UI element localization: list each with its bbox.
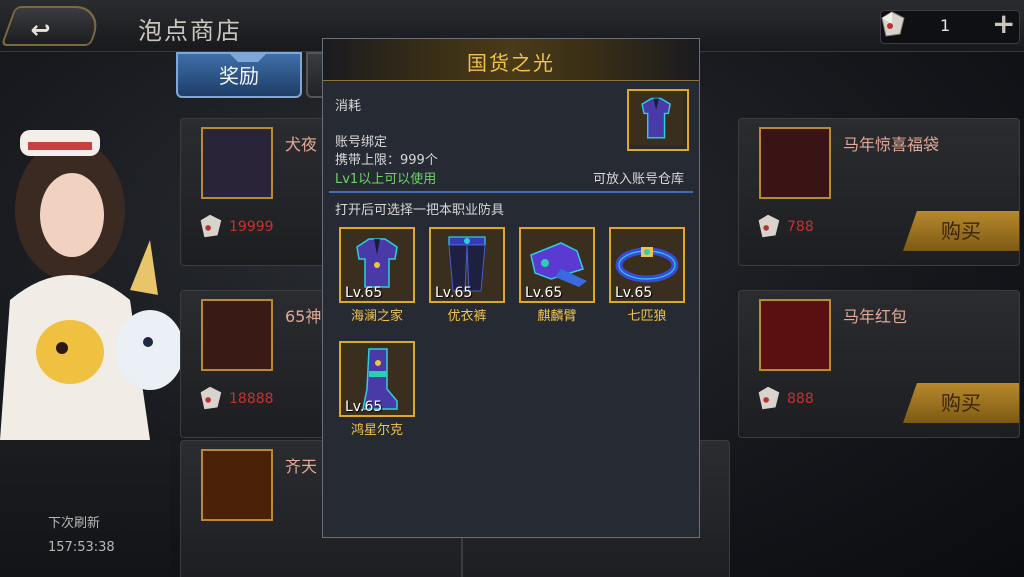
gear-level: Lv.65 bbox=[345, 285, 383, 301]
shop-item-name: 65神 bbox=[285, 307, 322, 326]
bubble-currency-icon bbox=[200, 386, 222, 410]
shop-item-price: 788 bbox=[787, 219, 814, 235]
bubble-currency-icon bbox=[758, 214, 780, 238]
shop-item-price: 18888 bbox=[229, 391, 274, 407]
shop-item-name: 犬夜 bbox=[285, 135, 318, 154]
red-envelope-icon bbox=[759, 299, 831, 371]
level-requirement: Lv1以上可以使用 bbox=[335, 172, 437, 187]
shop-card[interactable]: 马年惊喜福袋 788 购买 bbox=[738, 118, 1020, 266]
game-screen: ↩ 泡点商店 1 + 奖励 犬夜 19999 马年惊喜福袋 788 购买 65神… bbox=[0, 0, 1024, 577]
back-arrow-icon: ↩ bbox=[30, 16, 51, 44]
shop-item-name: 齐天 bbox=[285, 457, 318, 476]
currency-value: 1 bbox=[940, 16, 951, 35]
gear-level: Lv.65 bbox=[525, 285, 563, 301]
shop-item-price: 888 bbox=[787, 391, 814, 407]
gift-box-icon bbox=[201, 127, 273, 199]
gear-level: Lv.65 bbox=[345, 399, 383, 415]
storage-note: 可放入账号仓库 bbox=[593, 172, 685, 187]
carry-limit: 携带上限：999个 bbox=[335, 153, 438, 168]
gear-name: 优衣裤 bbox=[447, 309, 487, 324]
gear-name: 七匹狼 bbox=[627, 309, 667, 324]
consume-label: 消耗 bbox=[335, 99, 362, 114]
add-currency-button[interactable]: + bbox=[992, 10, 1015, 38]
gear-option[interactable]: Lv.65 bbox=[519, 227, 595, 303]
shop-item-price: 19999 bbox=[229, 219, 274, 235]
character-illustration bbox=[0, 130, 184, 440]
shop-card[interactable]: 马年红包 888 购买 bbox=[738, 290, 1020, 438]
treasure-chest-icon bbox=[201, 299, 273, 371]
page-title: 泡点商店 bbox=[138, 17, 242, 45]
fire-item-icon bbox=[201, 449, 273, 521]
buy-button[interactable]: 购买 bbox=[903, 383, 1019, 423]
refresh-label: 下次刷新 bbox=[48, 516, 101, 531]
shop-item-name: 马年惊喜福袋 bbox=[843, 135, 940, 154]
refresh-countdown: 157:53:38 bbox=[48, 540, 115, 555]
gear-level: Lv.65 bbox=[615, 285, 653, 301]
divider bbox=[329, 191, 693, 193]
gear-option[interactable]: Lv.65 bbox=[339, 227, 415, 303]
lucky-bag-icon bbox=[759, 127, 831, 199]
item-icon-chest-armor bbox=[627, 89, 689, 151]
item-detail-popup: 国货之光 消耗 账号绑定 携带上限：999个 Lv1以上可以使用 可放入账号仓库… bbox=[322, 38, 700, 538]
gear-name: 鸿星尔克 bbox=[350, 423, 403, 438]
armor-chest-icon bbox=[629, 91, 684, 146]
popup-title: 国货之光 bbox=[467, 51, 555, 75]
bubble-currency-icon bbox=[758, 386, 780, 410]
bubble-currency-icon bbox=[200, 214, 222, 238]
back-button[interactable]: ↩ bbox=[0, 6, 106, 46]
buy-button[interactable]: 购买 bbox=[903, 211, 1019, 251]
popup-header: 国货之光 bbox=[323, 39, 699, 81]
gear-name: 海澜之家 bbox=[350, 309, 403, 324]
tab-reward[interactable]: 奖励 bbox=[176, 52, 302, 98]
gear-option[interactable]: Lv.65 bbox=[339, 341, 415, 417]
bind-label: 账号绑定 bbox=[335, 135, 388, 150]
gear-name: 麒麟臂 bbox=[537, 309, 577, 324]
gear-option[interactable]: Lv.65 bbox=[429, 227, 505, 303]
shop-item-name: 马年红包 bbox=[843, 307, 908, 326]
refresh-panel bbox=[0, 440, 170, 577]
bubble-currency-icon bbox=[881, 11, 905, 37]
gear-option[interactable]: Lv.65 bbox=[609, 227, 685, 303]
choose-note: 打开后可选择一把本职业防具 bbox=[335, 203, 505, 218]
gear-level: Lv.65 bbox=[435, 285, 473, 301]
